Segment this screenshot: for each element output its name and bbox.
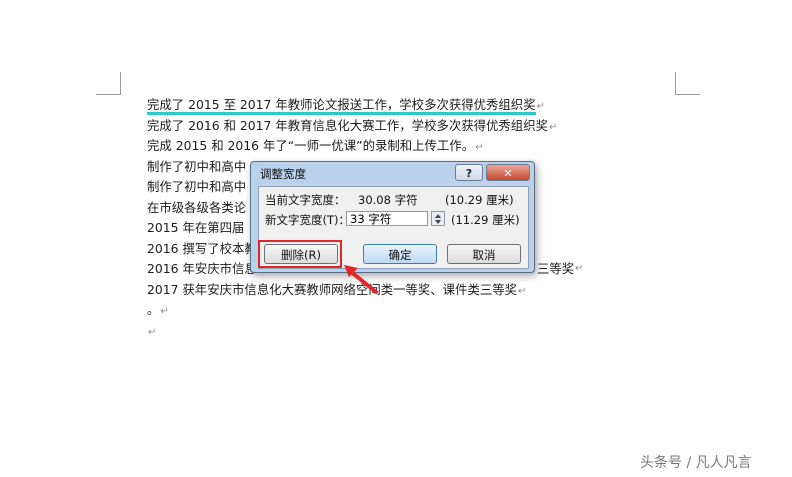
current-width-label: 当前文字宽度：: [265, 193, 346, 207]
ok-button[interactable]: 确定: [363, 244, 437, 264]
new-width-mm: (11.29 厘米): [451, 213, 520, 227]
spin-down-icon[interactable]: [435, 220, 441, 224]
current-width-mm: (10.29 厘米): [445, 193, 514, 207]
close-button[interactable]: ✕: [486, 164, 530, 181]
doc-line-empty[interactable]: ↵: [147, 321, 617, 342]
width-spinner[interactable]: [431, 211, 445, 226]
doc-line-selected[interactable]: 完成了 2015 至 2017 年教师论文报送工作，学校多次获得优秀组织奖↵: [147, 95, 617, 116]
doc-line[interactable]: 完成了 2016 和 2017 年教育信息化大赛工作，学校多次获得优秀组织奖↵: [147, 116, 617, 137]
red-arrow-icon: [344, 265, 378, 294]
delete-button-highlight: [258, 240, 342, 268]
dialog-title: 调整宽度: [260, 167, 306, 181]
spin-up-icon[interactable]: [435, 214, 441, 218]
current-width-value: 30.08 字符: [358, 193, 418, 207]
page-corner-top-left: [96, 72, 121, 95]
cancel-button[interactable]: 取消: [447, 244, 521, 264]
new-width-input[interactable]: 33 字符: [346, 211, 428, 226]
watermark: 头条号 / 凡人凡言: [640, 455, 752, 471]
doc-line[interactable]: 完成 2015 和 2016 年了“一师一优课”的录制和上传工作。↵: [147, 136, 617, 157]
new-width-label: 新文字宽度(T)：: [265, 213, 350, 227]
doc-line[interactable]: 。↵: [147, 300, 617, 321]
help-button[interactable]: ?: [455, 164, 483, 181]
doc-line[interactable]: 2017 获年安庆市信息化大赛教师网络空间类一等奖、课件类三等奖↵: [147, 280, 617, 301]
page-corner-top-right: [675, 72, 700, 95]
doc-line-tail: 三等奖: [537, 261, 575, 276]
dialog-titlebar[interactable]: 调整宽度 ? ✕: [251, 162, 534, 184]
